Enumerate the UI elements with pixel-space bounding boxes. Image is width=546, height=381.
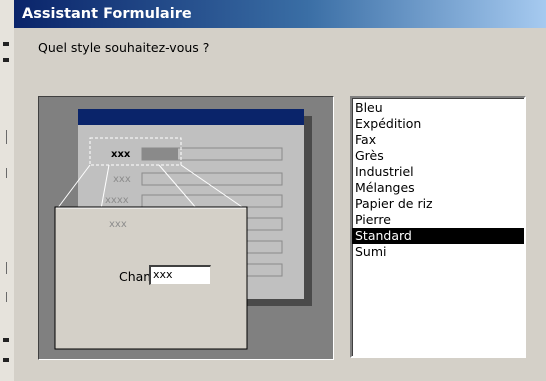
style-option-industriel[interactable]: Industriel xyxy=(352,164,524,180)
style-preview: xxx xxx xxxx xxx Champ xxx xyxy=(38,96,334,360)
background-window-edge xyxy=(0,0,14,381)
title-bar[interactable]: Assistant Formulaire xyxy=(14,0,546,28)
background-window-mark xyxy=(3,58,9,62)
background-window-tick xyxy=(6,292,7,302)
style-option-melanges[interactable]: Mélanges xyxy=(352,180,524,196)
style-listbox[interactable]: Bleu Expédition Fax Grès Industriel Méla… xyxy=(350,96,526,358)
preview-label-2: xxx xyxy=(113,174,131,185)
style-option-papier-de-riz[interactable]: Papier de riz xyxy=(352,196,524,212)
mock-form-header xyxy=(78,109,304,125)
style-option-fax[interactable]: Fax xyxy=(352,132,524,148)
background-window-mark xyxy=(3,358,9,362)
style-option-sumi[interactable]: Sumi xyxy=(352,244,524,260)
mock-field-1-highlight xyxy=(142,148,178,160)
style-option-bleu[interactable]: Bleu xyxy=(352,100,524,116)
preview-label-4: xxx xyxy=(109,219,127,230)
background-window-tick xyxy=(6,168,7,178)
style-option-pierre[interactable]: Pierre xyxy=(352,212,524,228)
background-window-mark xyxy=(3,338,9,342)
background-window-mark xyxy=(3,42,9,46)
background-window-tick xyxy=(6,262,7,274)
style-option-standard[interactable]: Standard xyxy=(352,228,524,244)
style-option-gres[interactable]: Grès xyxy=(352,148,524,164)
background-window-tick xyxy=(6,130,7,144)
preview-label-3: xxxx xyxy=(105,195,129,206)
window-title: Assistant Formulaire xyxy=(22,6,192,22)
preview-label-1: xxx xyxy=(111,149,131,160)
style-prompt: Quel style souhaitez-vous ? xyxy=(38,40,210,55)
preview-drawing xyxy=(54,109,312,350)
popup-field-value: xxx xyxy=(149,265,211,285)
style-option-expedition[interactable]: Expédition xyxy=(352,116,524,132)
